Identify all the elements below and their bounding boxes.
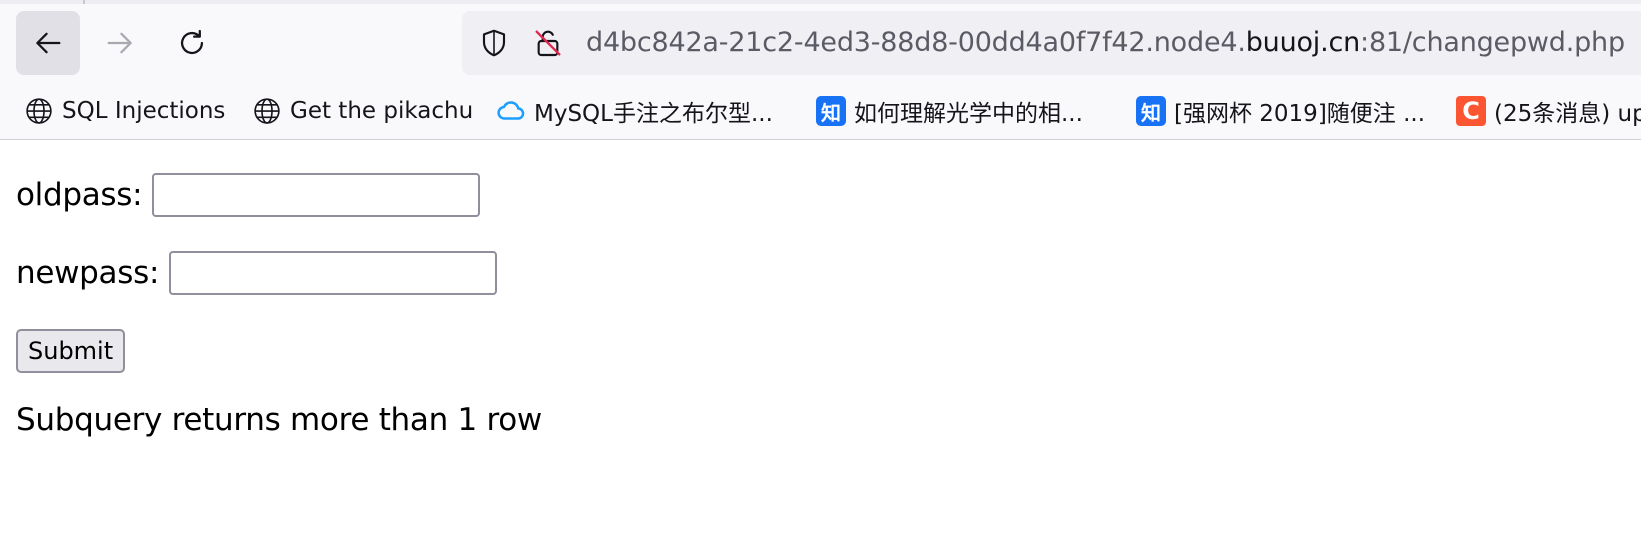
url-host: buuoj.cn [1245,27,1361,58]
page-content: oldpass: newpass: Submit Subquery return… [0,141,1641,536]
newpass-label: newpass: [16,255,160,291]
browser-toolbar: d4bc842a-21c2-4ed3-88d8-00dd4a0f7f42.nod… [0,0,1641,140]
bookmark-label: 如何理解光学中的相... [854,101,1083,127]
globe-icon [24,96,54,126]
oldpass-row: oldpass: [16,173,481,217]
oldpass-input[interactable] [152,173,481,217]
bookmark-zhihu-qwb[interactable]: 知 [强网杯 2019]随便注 ... [1136,88,1425,134]
url-bar[interactable]: d4bc842a-21c2-4ed3-88d8-00dd4a0f7f42.nod… [462,11,1641,75]
bookmarks-toolbar: SQL Injections Get the pikachu MySQL手注之布… [0,88,1641,134]
newpass-row: newpass: [16,251,498,295]
tab-separator [83,0,85,4]
submit-button[interactable]: Submit [16,329,126,373]
reload-icon [180,29,204,55]
cloud-icon [496,96,526,126]
insecure-lock-icon[interactable] [532,27,564,59]
csdn-icon: C [1456,96,1486,126]
zhihu-icon: 知 [816,96,846,126]
bookmark-label: MySQL手注之布尔型... [534,101,773,127]
bookmark-zhihu-optics[interactable]: 知 如何理解光学中的相... [816,88,1083,134]
globe-icon [252,96,282,126]
error-message: Subquery returns more than 1 row [16,402,542,438]
url-text[interactable]: d4bc842a-21c2-4ed3-88d8-00dd4a0f7f42.nod… [586,11,1625,75]
shield-icon[interactable] [478,27,510,59]
arrow-right-icon [107,32,132,54]
url-suffix: :81/changepwd.php [1360,27,1625,58]
back-button[interactable] [16,11,80,75]
bookmark-label: (25条消息) up [1494,101,1641,127]
bookmark-label: Get the pikachu [290,98,474,124]
bookmark-mysql[interactable]: MySQL手注之布尔型... [496,88,773,134]
arrow-left-icon [36,32,61,54]
reload-button[interactable] [160,11,224,75]
bookmark-get-the-pikachu[interactable]: Get the pikachu [252,88,473,134]
bookmark-csdn[interactable]: C (25条消息) up [1456,88,1641,134]
bookmark-label: [强网杯 2019]随便注 ... [1174,101,1426,127]
oldpass-label: oldpass: [16,177,143,213]
zhihu-icon: 知 [1136,96,1166,126]
forward-button[interactable] [88,11,152,75]
url-prefix: d4bc842a-21c2-4ed3-88d8-00dd4a0f7f42.nod… [586,27,1246,58]
bookmark-sql-injections[interactable]: SQL Injections [24,88,225,134]
tab-strip-edge [0,0,1641,4]
newpass-input[interactable] [169,251,498,295]
bookmark-label: SQL Injections [62,98,226,124]
